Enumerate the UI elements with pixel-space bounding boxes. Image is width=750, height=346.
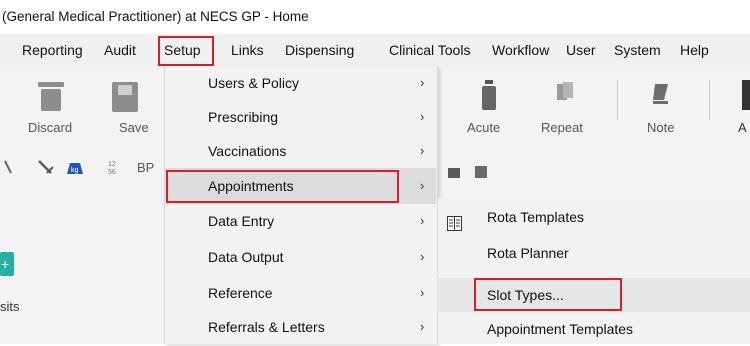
menu-item-label: Data Entry	[208, 213, 275, 229]
save-icon[interactable]	[112, 82, 138, 112]
partial-icon[interactable]	[742, 80, 750, 110]
svg-text:+: +	[1, 256, 9, 272]
menu-help[interactable]: Help	[680, 34, 709, 66]
window-title: (General Medical Practitioner) at NECS G…	[0, 0, 750, 34]
menu-clinical-tools[interactable]: Clinical Tools	[389, 34, 470, 66]
menu-audit[interactable]: Audit	[104, 34, 136, 66]
chevron-right-icon: ›	[420, 319, 425, 334]
setup-menu-vaccinations[interactable]: Vaccinations ›	[164, 134, 436, 168]
menu-links[interactable]: Links	[231, 34, 264, 66]
menu-item-label: Appointments	[208, 178, 294, 194]
toolbar-divider-2	[709, 80, 710, 120]
menu-system[interactable]: System	[614, 34, 661, 66]
chevron-right-icon: ›	[420, 109, 425, 124]
chevron-right-icon: ›	[420, 285, 425, 300]
chevron-right-icon: ›	[420, 213, 425, 228]
height-icon[interactable]: 12 56	[107, 158, 125, 176]
submenu-rota-planner[interactable]: Rota Planner	[437, 236, 750, 270]
submenu-item-label: Rota Planner	[487, 245, 569, 261]
menu-setup[interactable]: Setup	[164, 34, 201, 66]
menu-item-label: Data Output	[208, 249, 284, 265]
setup-menu-referrals-letters[interactable]: Referrals & Letters ›	[164, 310, 436, 344]
submenu-item-label: Slot Types...	[487, 287, 564, 303]
visits-label[interactable]: sits	[0, 299, 20, 314]
partial-button-label[interactable]: A	[738, 120, 747, 135]
rota-templates-icon	[447, 209, 462, 231]
setup-menu-users-policy[interactable]: Users & Policy ›	[164, 66, 436, 100]
menu-item-label: Prescribing	[208, 109, 279, 125]
weight-icon[interactable]: kg	[66, 157, 84, 175]
toolbar-divider	[617, 80, 618, 120]
repeat-button[interactable]: Repeat	[541, 120, 583, 135]
menu-item-label: Users & Policy	[208, 75, 300, 91]
submenu-item-label: Appointment Templates	[487, 321, 634, 337]
acute-button[interactable]: Acute	[467, 120, 500, 135]
chevron-right-icon: ›	[420, 178, 425, 193]
chevron-right-icon: ›	[420, 75, 425, 90]
setup-menu-appointments[interactable]: Appointments ›	[164, 168, 436, 204]
hidden-tool-icon-2[interactable]	[475, 166, 487, 178]
menu-reporting[interactable]: Reporting	[22, 34, 83, 66]
setup-menu-prescribing[interactable]: Prescribing ›	[164, 100, 436, 134]
setup-menu-data-output[interactable]: Data Output ›	[164, 240, 436, 274]
submenu-slot-types[interactable]: Slot Types...	[437, 278, 750, 312]
repeat-icon[interactable]	[555, 82, 573, 102]
menu-dispensing[interactable]: Dispensing	[285, 34, 354, 66]
menu-item-label: Reference	[208, 285, 273, 301]
visits-icon[interactable]: +	[0, 252, 14, 276]
svg-text:12: 12	[108, 161, 116, 168]
submenu-rota-templates[interactable]: Rota Templates	[437, 200, 750, 234]
svg-text:56: 56	[108, 169, 116, 176]
menu-user[interactable]: User	[566, 34, 596, 66]
menu-item-label: Referrals & Letters	[208, 319, 325, 335]
setup-menu-reference[interactable]: Reference ›	[164, 276, 436, 310]
submenu-item-label: Rota Templates	[487, 209, 585, 225]
note-icon[interactable]	[652, 82, 670, 106]
trash-icon[interactable]	[38, 82, 64, 112]
chevron-right-icon: ›	[420, 249, 425, 264]
note-button[interactable]: Note	[647, 120, 674, 135]
submenu-appointment-templates[interactable]: Appointment Templates	[437, 312, 750, 346]
hidden-tool-icon[interactable]	[448, 168, 460, 178]
menu-workflow[interactable]: Workflow	[492, 34, 549, 66]
menu-item-label: Vaccinations	[208, 143, 287, 159]
svg-text:kg: kg	[71, 167, 79, 174]
acute-icon[interactable]	[482, 80, 496, 110]
discard-button[interactable]: Discard	[28, 120, 72, 135]
tool-icon[interactable]	[4, 160, 12, 174]
bp-button[interactable]: BP	[137, 160, 154, 175]
save-button[interactable]: Save	[119, 120, 149, 135]
hammer-icon[interactable]	[36, 158, 54, 176]
setup-menu-data-entry[interactable]: Data Entry ›	[164, 204, 436, 238]
chevron-right-icon: ›	[420, 143, 425, 158]
